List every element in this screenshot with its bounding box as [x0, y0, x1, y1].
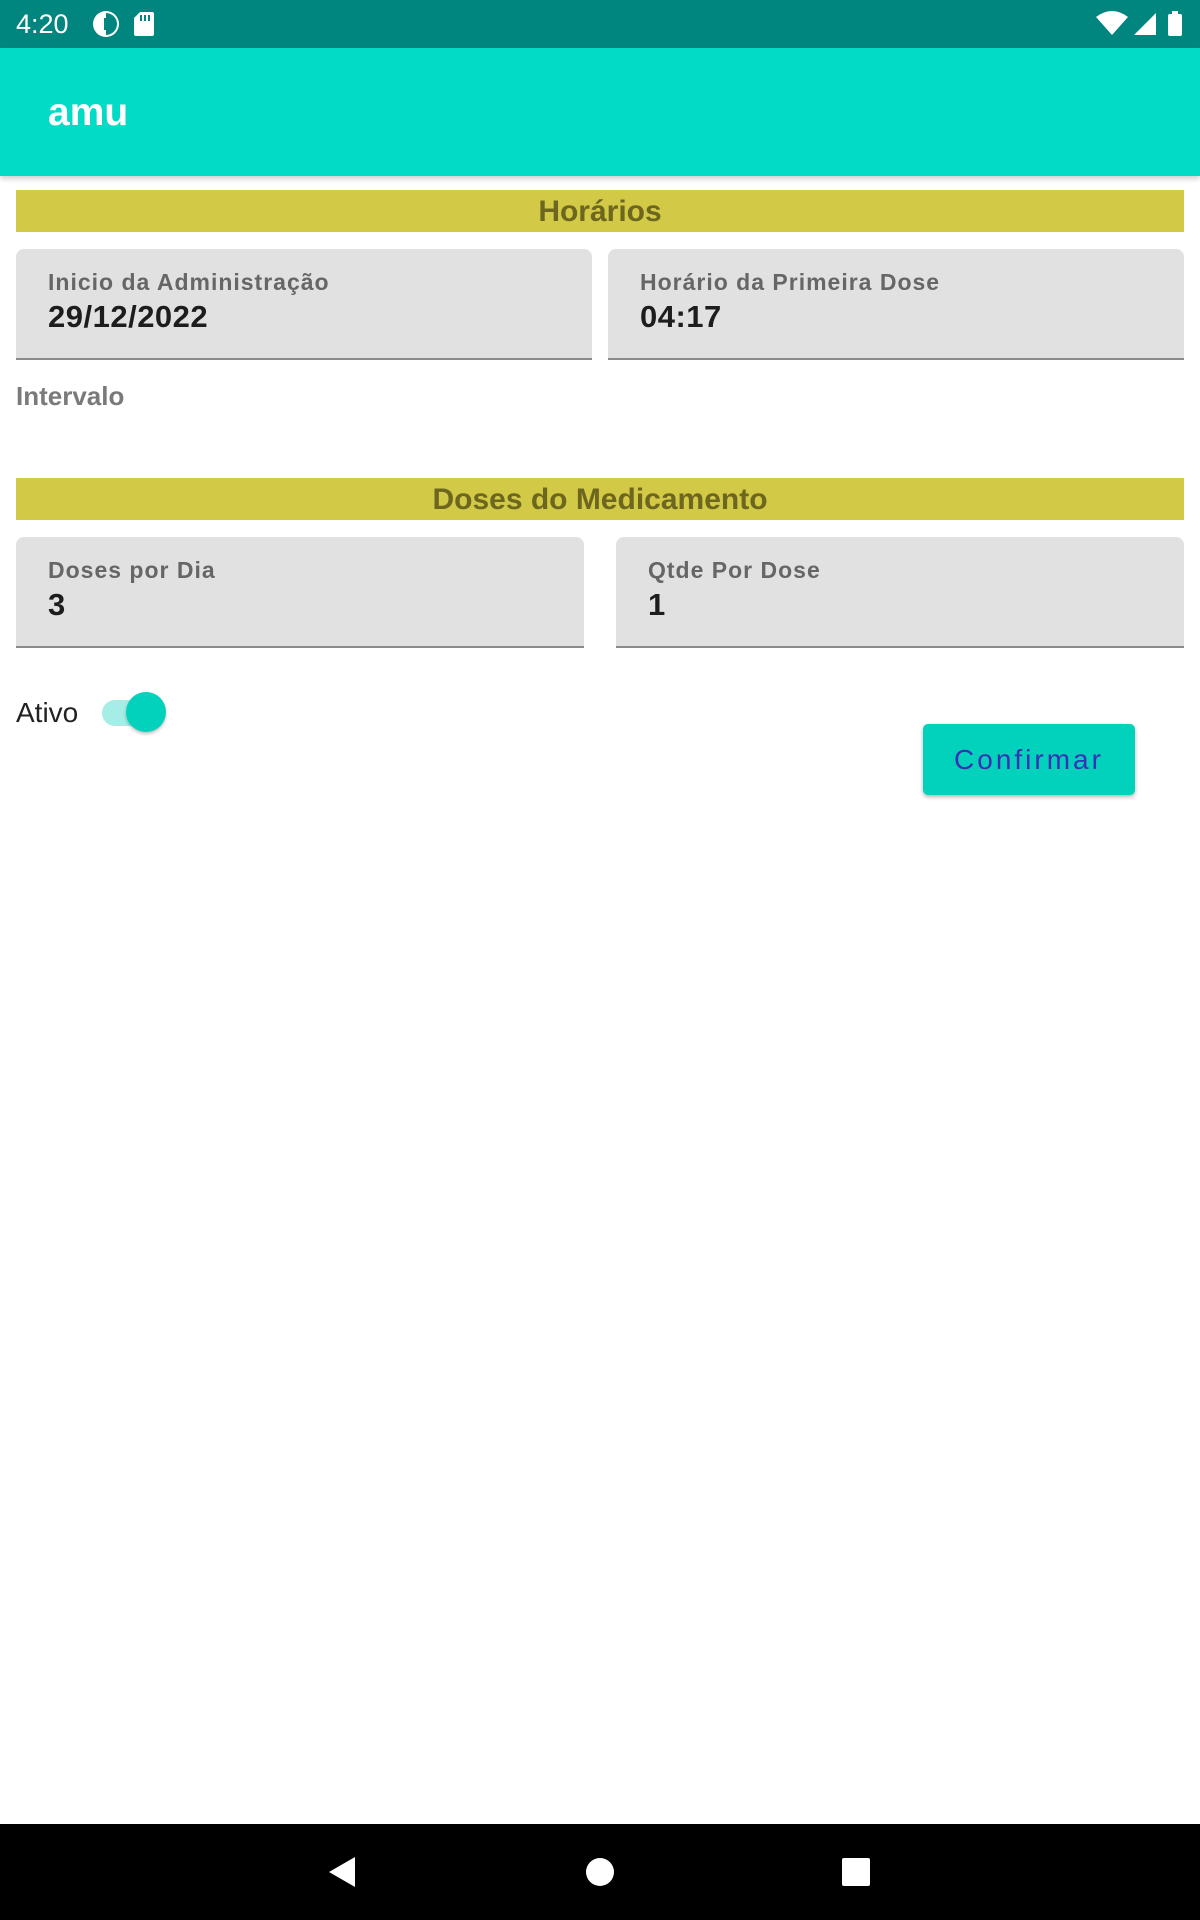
status-bar: 4:20 — [0, 0, 1200, 48]
inicio-administracao-value: 29/12/2022 — [48, 299, 209, 334]
primeira-dose-label: Horário da Primeira Dose — [640, 269, 941, 295]
back-icon — [329, 1857, 355, 1887]
app-bar: amu — [0, 48, 1200, 176]
confirm-button[interactable]: Confirmar — [923, 724, 1135, 795]
app-screen: 4:20 amu Horários Inicio da Administraçã… — [0, 0, 1200, 1920]
navigation-bar — [0, 1824, 1200, 1920]
switch-thumb — [126, 692, 166, 732]
status-right-icons — [1096, 11, 1186, 42]
ativo-switch[interactable] — [100, 690, 170, 736]
inicio-administracao-field[interactable]: Inicio da Administração 29/12/2022 — [16, 249, 592, 360]
doses-section-header: Doses do Medicamento — [16, 478, 1184, 520]
app-title: amu — [48, 91, 129, 134]
wifi-icon — [1096, 11, 1128, 35]
recents-icon — [842, 1858, 870, 1886]
cell-signal-icon — [1134, 13, 1156, 35]
doses-por-dia-field[interactable]: Doses por Dia 3 — [16, 537, 584, 648]
doses-por-dia-value: 3 — [48, 587, 66, 622]
back-button[interactable] — [295, 1824, 391, 1920]
recents-button[interactable] — [808, 1824, 904, 1920]
data-saver-icon — [93, 11, 154, 37]
qtde-por-dose-field[interactable]: Qtde Por Dose 1 — [616, 537, 1184, 648]
home-button[interactable] — [552, 1824, 648, 1920]
status-left-icons — [92, 10, 162, 43]
ativo-label: Ativo — [16, 697, 79, 728]
intervalo-label[interactable]: Intervalo — [16, 381, 124, 412]
primeira-dose-value: 04:17 — [640, 299, 722, 334]
inicio-administracao-label: Inicio da Administração — [48, 269, 330, 295]
battery-icon — [1168, 14, 1182, 36]
primeira-dose-field[interactable]: Horário da Primeira Dose 04:17 — [608, 249, 1184, 360]
doses-por-dia-label: Doses por Dia — [48, 557, 216, 583]
qtde-por-dose-label: Qtde Por Dose — [648, 557, 821, 583]
status-time: 4:20 — [16, 9, 69, 39]
home-icon — [586, 1858, 614, 1886]
qtde-por-dose-value: 1 — [648, 587, 666, 622]
horarios-section-header: Horários — [16, 190, 1184, 232]
